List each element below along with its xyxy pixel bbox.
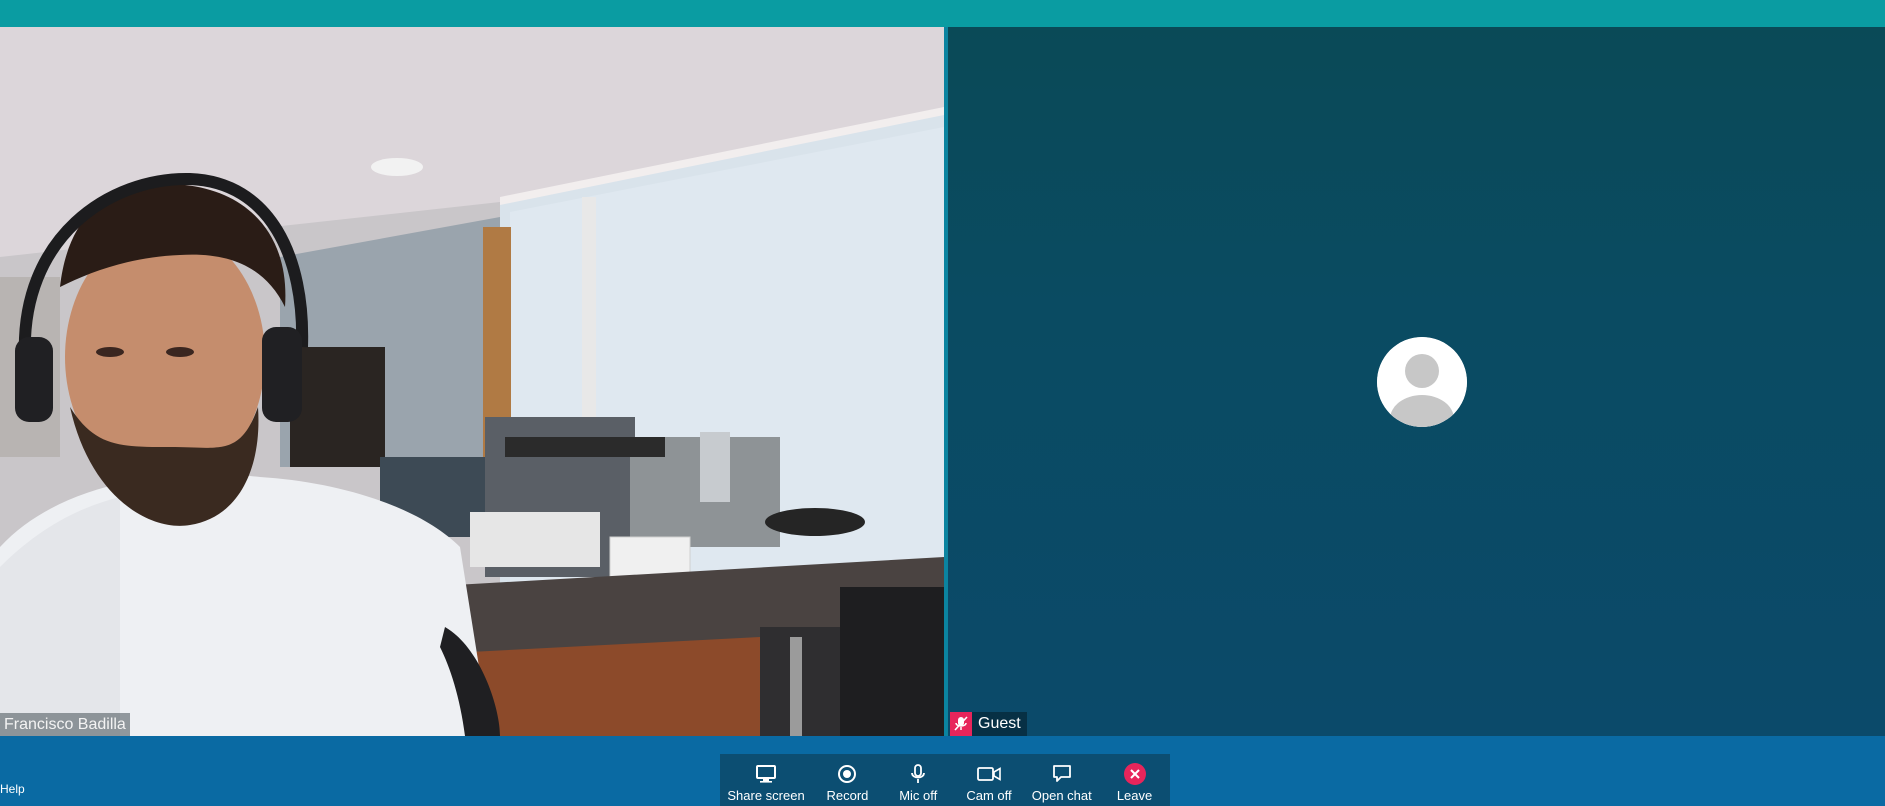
leave-label: Leave [1116,788,1153,803]
camera-feed [0,27,944,736]
help-link[interactable]: Help [0,782,25,796]
cam-off-label: Cam off [966,788,1012,803]
remote-video-tile[interactable]: Guest [948,27,1885,736]
chat-bubble-icon [1052,763,1072,785]
mic-muted-icon [950,712,972,736]
open-chat-label: Open chat [1031,788,1092,803]
user-avatar-icon [1377,337,1467,427]
record-button[interactable]: Record [819,754,875,806]
participant-name-label: Francisco Badilla [0,713,130,736]
participant-name-label: Guest [978,715,1021,732]
share-screen-button[interactable]: Share screen [727,754,805,806]
video-stage: Francisco Badilla Guest [0,27,1885,736]
top-bar [0,0,1885,27]
monitor-icon [755,763,777,785]
mic-off-label: Mic off [899,788,938,803]
call-toolbar: Share screen Record Mic off Cam off Open… [720,754,1170,806]
mic-off-button[interactable]: Mic off [890,754,946,806]
local-video-tile[interactable]: Francisco Badilla [0,27,944,736]
leave-button[interactable]: Leave [1107,754,1163,806]
share-screen-label: Share screen [727,788,805,803]
open-chat-button[interactable]: Open chat [1032,754,1092,806]
participant-name-tag: Guest [950,712,1027,736]
cam-off-button[interactable]: Cam off [961,754,1017,806]
microphone-icon [910,763,926,785]
close-icon [1123,763,1146,785]
record-label: Record [826,788,869,803]
record-icon [837,763,857,785]
video-camera-icon [977,763,1001,785]
